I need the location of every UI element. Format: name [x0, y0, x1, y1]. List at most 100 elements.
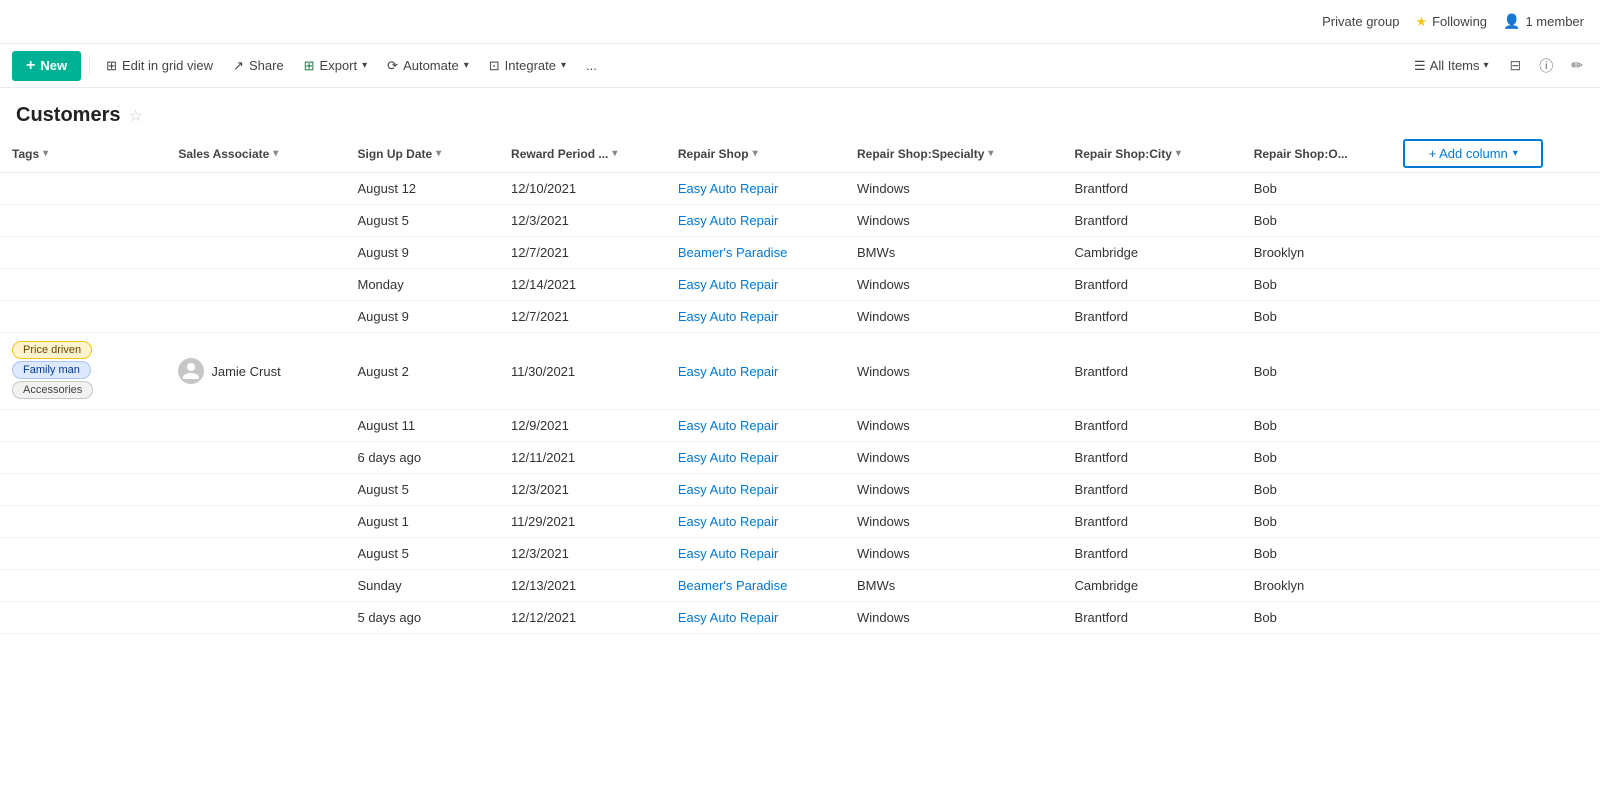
table-container: Tags ▾ Sales Associate ▾ Sign Up Date ▾: [0, 135, 1600, 634]
cell-repair-shop: Easy Auto Repair: [666, 506, 845, 538]
repair-shop-link[interactable]: Easy Auto Repair: [678, 181, 778, 196]
cell-specialty: BMWs: [845, 237, 1063, 269]
cell-specialty: Windows: [845, 173, 1063, 205]
filter-button[interactable]: ⊟: [1505, 52, 1527, 79]
cell-owner: Bob: [1242, 538, 1396, 570]
repair-shop-link[interactable]: Easy Auto Repair: [678, 309, 778, 324]
cell-city: Brantford: [1063, 301, 1242, 333]
cell-owner: Bob: [1242, 442, 1396, 474]
col-header-sales-associate[interactable]: Sales Associate ▾: [166, 135, 345, 173]
cell-reward-period: 12/13/2021: [499, 570, 666, 602]
tag-badge: Price driven: [12, 341, 92, 359]
integrate-button[interactable]: ⊡ Integrate ▾: [481, 53, 574, 79]
new-button[interactable]: + New: [12, 51, 81, 81]
all-items-button[interactable]: ☰ All Items ▾: [1406, 53, 1497, 79]
col-header-specialty[interactable]: Repair Shop:Specialty ▾: [845, 135, 1063, 173]
specialty-chevron-icon: ▾: [988, 148, 993, 159]
cell-city: Brantford: [1063, 269, 1242, 301]
cell-tags: [0, 506, 166, 538]
cell-city: Brantford: [1063, 602, 1242, 634]
cell-city: Brantford: [1063, 173, 1242, 205]
cell-reward-period: 12/3/2021: [499, 538, 666, 570]
automate-icon: ⟳: [387, 58, 398, 74]
city-chevron-icon: ▾: [1176, 148, 1181, 159]
cell-tags: [0, 442, 166, 474]
table-row: August 1212/10/2021Easy Auto RepairWindo…: [0, 173, 1600, 205]
cell-reward-period: 11/30/2021: [499, 333, 666, 410]
private-group-label: Private group: [1322, 14, 1399, 29]
col-header-sign-up-date[interactable]: Sign Up Date ▾: [345, 135, 499, 173]
export-button[interactable]: ⊞ Export ▾: [296, 53, 376, 79]
add-column-header[interactable]: + Add column ▾: [1395, 135, 1600, 173]
star-icon: ★: [1415, 14, 1427, 30]
cell-city: Brantford: [1063, 205, 1242, 237]
col-header-owner[interactable]: Repair Shop:O...: [1242, 135, 1396, 173]
following-button[interactable]: ★ Following: [1415, 14, 1487, 30]
col-header-city[interactable]: Repair Shop:City ▾: [1063, 135, 1242, 173]
cell-add-column-empty: [1395, 237, 1600, 269]
cell-city: Brantford: [1063, 442, 1242, 474]
cell-specialty: Windows: [845, 602, 1063, 634]
edit-grid-button[interactable]: ⊞ Edit in grid view: [98, 53, 221, 79]
add-column-label: + Add column: [1429, 146, 1508, 161]
repair-shop-link[interactable]: Beamer's Paradise: [678, 578, 787, 593]
cell-add-column-empty: [1395, 333, 1600, 410]
table-row: August 1112/9/2021Easy Auto RepairWindow…: [0, 410, 1600, 442]
plus-icon: +: [26, 57, 35, 75]
col-city-label: Repair Shop:City: [1075, 147, 1172, 161]
automate-button[interactable]: ⟳ Automate ▾: [379, 53, 477, 79]
repair-shop-link[interactable]: Easy Auto Repair: [678, 482, 778, 497]
more-button[interactable]: ...: [578, 53, 605, 78]
col-sales-label: Sales Associate: [178, 147, 269, 161]
cell-owner: Bob: [1242, 474, 1396, 506]
repair-shop-link[interactable]: Easy Auto Repair: [678, 514, 778, 529]
share-button[interactable]: ↗ Share: [225, 53, 292, 79]
add-column-button[interactable]: + Add column ▾: [1403, 139, 1543, 168]
repair-shop-link[interactable]: Easy Auto Repair: [678, 277, 778, 292]
repair-shop-link[interactable]: Easy Auto Repair: [678, 546, 778, 561]
info-icon: ⓘ: [1539, 58, 1553, 74]
new-label: New: [40, 58, 67, 73]
col-header-tags[interactable]: Tags ▾: [0, 135, 166, 173]
cell-reward-period: 12/14/2021: [499, 269, 666, 301]
cell-add-column-empty: [1395, 570, 1600, 602]
col-header-repair-shop[interactable]: Repair Shop ▾: [666, 135, 845, 173]
table-row: August 512/3/2021Easy Auto RepairWindows…: [0, 474, 1600, 506]
member-count: 👤 1 member: [1503, 13, 1584, 30]
cell-reward-period: 12/7/2021: [499, 301, 666, 333]
repair-shop-link[interactable]: Easy Auto Repair: [678, 450, 778, 465]
cell-sign-up-date: August 1: [345, 506, 499, 538]
repair-shop-link[interactable]: Easy Auto Repair: [678, 610, 778, 625]
tags-chevron-icon: ▾: [43, 148, 48, 159]
pencil-icon: ✏: [1571, 57, 1583, 73]
cell-sales-associate: [166, 602, 345, 634]
repair-shop-link[interactable]: Beamer's Paradise: [678, 245, 787, 260]
cell-repair-shop: Easy Auto Repair: [666, 333, 845, 410]
info-button[interactable]: ⓘ: [1534, 51, 1558, 81]
cell-owner: Bob: [1242, 506, 1396, 538]
table-row: Sunday12/13/2021Beamer's ParadiseBMWsCam…: [0, 570, 1600, 602]
cell-owner: Bob: [1242, 301, 1396, 333]
col-header-reward-period[interactable]: Reward Period ... ▾: [499, 135, 666, 173]
cell-repair-shop: Beamer's Paradise: [666, 570, 845, 602]
cell-specialty: Windows: [845, 410, 1063, 442]
cell-reward-period: 12/3/2021: [499, 474, 666, 506]
share-label: Share: [249, 58, 284, 73]
all-items-chevron: ▾: [1484, 60, 1489, 71]
repair-shop-link[interactable]: Easy Auto Repair: [678, 418, 778, 433]
col-tags-label: Tags: [12, 147, 39, 161]
edit-button[interactable]: ✏: [1566, 52, 1588, 79]
favorite-icon[interactable]: ☆: [128, 106, 142, 126]
table-row: 5 days ago12/12/2021Easy Auto RepairWind…: [0, 602, 1600, 634]
cell-repair-shop: Easy Auto Repair: [666, 205, 845, 237]
repair-shop-link[interactable]: Easy Auto Repair: [678, 364, 778, 379]
repair-shop-link[interactable]: Easy Auto Repair: [678, 213, 778, 228]
cell-reward-period: 12/11/2021: [499, 442, 666, 474]
cell-sign-up-date: August 9: [345, 301, 499, 333]
cell-tags: [0, 301, 166, 333]
cell-add-column-empty: [1395, 205, 1600, 237]
filter-icon: ⊟: [1510, 57, 1522, 73]
col-specialty-label: Repair Shop:Specialty: [857, 147, 984, 161]
cell-owner: Bob: [1242, 205, 1396, 237]
cell-sign-up-date: August 5: [345, 205, 499, 237]
